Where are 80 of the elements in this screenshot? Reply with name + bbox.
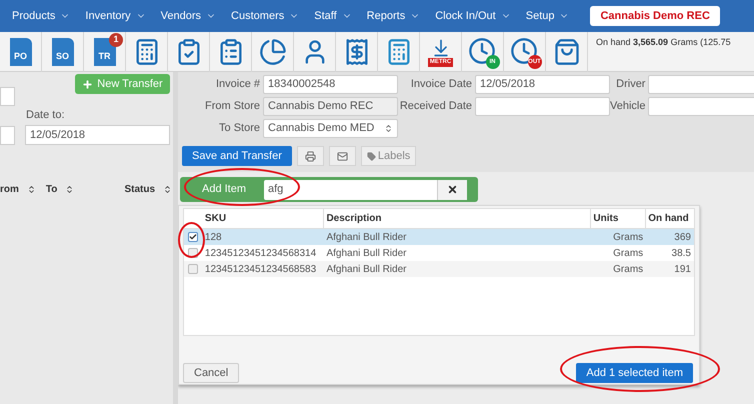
field-label: Received Date — [400, 99, 472, 114]
column-header: Description — [324, 209, 592, 228]
document-icon: TR — [94, 38, 116, 66]
table-cell-text: Afghani Bull Rider — [325, 230, 408, 244]
field-label: From Store — [204, 99, 260, 114]
date-to-label: Date to: — [26, 109, 65, 122]
date-to-field[interactable]: 12/05/2018 — [25, 125, 170, 145]
table-cell-text: 191 — [673, 262, 692, 276]
toolbar-button[interactable]: TR 1 — [84, 32, 126, 72]
field-label: Invoice # — [216, 77, 260, 92]
tag-icon — [366, 152, 376, 160]
nav-menu[interactable]: Setup — [526, 8, 570, 24]
table-row[interactable]: 12345123451234568583 Afghani Bull Rider Grams 191 — [184, 261, 694, 277]
nav-menu[interactable]: Vendors — [160, 8, 216, 24]
table-row[interactable]: 128 Afghani Bull Rider Grams 369 — [184, 229, 694, 245]
clock-icon — [468, 37, 496, 65]
table-cell-text: Grams — [612, 262, 644, 276]
table-cell-text: Grams — [612, 246, 644, 260]
field-label: Driver — [616, 77, 646, 92]
plus-icon — [82, 78, 94, 90]
nav-menu[interactable]: Clock In/Out — [435, 8, 511, 24]
pie-chart-icon — [258, 38, 286, 66]
add-selected-button[interactable]: Add 1 selected item — [576, 363, 693, 383]
highlight-ellipse — [178, 222, 205, 258]
sort-icon[interactable] — [163, 185, 172, 194]
table-cell-text: Grams — [612, 230, 644, 244]
clear-button[interactable] — [437, 180, 467, 200]
form-field[interactable] — [648, 97, 754, 116]
table-cell-text: 12345123451234568314 — [204, 246, 318, 260]
sort-icon[interactable] — [26, 185, 36, 194]
field-label: Vehicle — [610, 99, 646, 114]
nav-menu[interactable]: Customers — [231, 8, 300, 24]
form-field[interactable]: 18340002548 — [263, 75, 398, 94]
table-cell-text: Afghani Bull Rider — [325, 246, 408, 260]
document-icon: SO — [52, 38, 74, 66]
field-label: Invoice Date — [410, 77, 472, 92]
input-field[interactable] — [0, 126, 15, 145]
column-header: Units — [591, 209, 646, 228]
table-cell-text: 128 — [204, 230, 223, 244]
printer-icon — [304, 150, 316, 162]
add-item-label: Add Item — [202, 182, 248, 198]
close-icon — [447, 184, 458, 195]
save-and-transfer-button[interactable]: Save and Transfer — [182, 146, 292, 166]
cancel-button[interactable]: Cancel — [183, 363, 240, 383]
on-hand-summary: On hand 3,565.09 Grams (125.75 — [596, 36, 731, 49]
store-button[interactable]: Cannabis Demo REC — [590, 6, 720, 26]
sort-icon[interactable] — [65, 185, 74, 194]
toolbar-button[interactable]: SO — [42, 32, 84, 72]
column-header[interactable]: rom — [0, 182, 36, 197]
envelope-icon — [336, 150, 348, 162]
form-field[interactable] — [475, 97, 610, 116]
table-cell-text: Afghani Bull Rider — [325, 262, 408, 276]
column-header: SKU — [202, 209, 324, 228]
nav-menu[interactable]: Products — [12, 8, 70, 24]
document-icon: PO — [10, 38, 32, 66]
form-field[interactable] — [648, 75, 754, 94]
field-label: To Store — [219, 121, 260, 136]
labels-button[interactable]: Labels — [360, 146, 416, 166]
nav-menu[interactable]: Reports — [366, 8, 420, 24]
add-item-search-field[interactable]: afg — [264, 180, 437, 200]
toolbar-button[interactable]: PO — [0, 32, 42, 72]
input-field[interactable] — [0, 87, 15, 106]
table-cell-text: 369 — [673, 230, 692, 244]
form-field[interactable]: Cannabis Demo REC — [263, 97, 398, 116]
row-checkbox[interactable] — [188, 264, 198, 274]
form-field[interactable]: Cannabis Demo MED — [263, 119, 398, 138]
print-button[interactable] — [296, 146, 324, 166]
row-checkbox[interactable] — [188, 232, 198, 242]
nav-menu[interactable]: Inventory — [85, 8, 146, 24]
form-field[interactable]: 12/05/2018 — [475, 75, 610, 94]
table-cell-text: 38.5 — [670, 246, 692, 260]
email-button[interactable] — [328, 146, 356, 166]
shopping-bag-icon — [552, 38, 580, 66]
notification-badge: 1 — [109, 33, 123, 47]
table-cell-text: 12345123451234568583 — [204, 262, 318, 276]
nav-menu[interactable]: Staff — [314, 8, 352, 24]
column-header: On hand — [647, 212, 690, 226]
column-header[interactable]: Status — [124, 182, 172, 197]
select-arrows-icon — [384, 124, 393, 133]
column-header[interactable]: To — [46, 182, 74, 197]
